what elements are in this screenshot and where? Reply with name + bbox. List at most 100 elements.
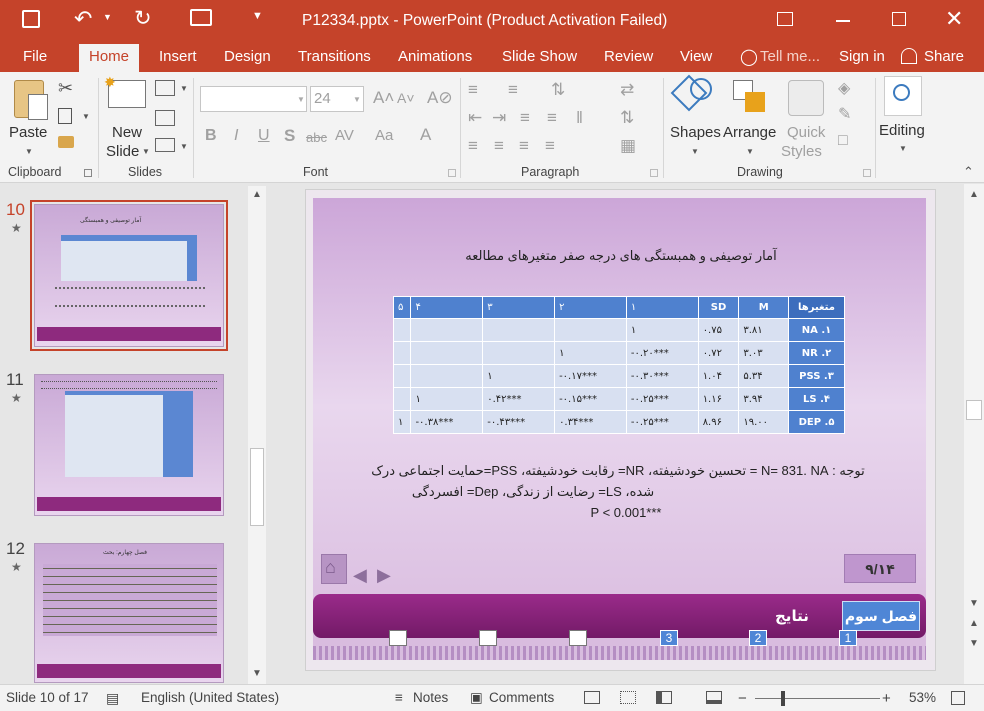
paste-dropdown-icon[interactable]: ▼ <box>25 147 33 156</box>
share-button[interactable]: Share <box>924 48 964 65</box>
clipboard-launcher-icon[interactable] <box>84 169 92 177</box>
zoom-slider-track[interactable] <box>755 698 880 699</box>
change-case-icon[interactable]: Aa <box>375 127 393 144</box>
slide-scrollbar[interactable]: ▲ ▼ ▲ ▼ <box>964 184 984 684</box>
notes-button[interactable]: Notes <box>413 690 448 705</box>
scroll-down-icon[interactable]: ▼ <box>969 598 979 609</box>
bullets-icon[interactable]: ≡ <box>468 80 478 100</box>
text-direction-icon[interactable]: ⇄ <box>620 80 634 100</box>
line-spacing-icon[interactable]: ⇅ <box>551 80 565 100</box>
bold-icon[interactable]: B <box>205 127 217 145</box>
italic-icon[interactable]: I <box>234 127 238 145</box>
sign-in-link[interactable]: Sign in <box>839 48 885 65</box>
font-color-icon[interactable]: A <box>420 125 431 145</box>
fit-to-window-icon[interactable] <box>951 691 965 705</box>
zoom-slider-thumb[interactable] <box>781 691 785 706</box>
nav-box-5[interactable] <box>479 630 497 646</box>
quick-styles-button[interactable]: Quick <box>787 123 825 142</box>
undo-dropdown-icon[interactable]: ▼ <box>103 12 112 22</box>
scroll-thumb[interactable] <box>250 448 264 526</box>
nav-box-1[interactable]: 1 <box>839 630 857 646</box>
undo-icon[interactable]: ↶ <box>74 6 92 32</box>
shadow-icon[interactable]: S <box>284 126 295 146</box>
tab-file[interactable]: File <box>23 48 47 65</box>
shapes-button[interactable]: Shapes <box>670 123 721 142</box>
tab-review[interactable]: Review <box>604 48 653 65</box>
font-name-dropdown-icon[interactable]: ▼ <box>297 95 305 104</box>
scroll-up-icon[interactable]: ▲ <box>969 189 979 200</box>
tell-me-search[interactable]: Tell me... <box>760 48 820 65</box>
new-slide-button[interactable]: New <box>112 123 142 142</box>
slide-sorter-icon[interactable] <box>620 691 636 704</box>
underline-icon[interactable]: U <box>258 127 270 145</box>
quick-styles-icon[interactable] <box>788 80 824 116</box>
layout-icon[interactable] <box>155 80 175 96</box>
tab-insert[interactable]: Insert <box>159 48 197 65</box>
redo-icon[interactable]: ↻ <box>134 6 152 31</box>
maximize-icon[interactable] <box>892 12 906 26</box>
slide-thumbnail-10[interactable]: آمار توصیفی و همبستگی <box>34 204 224 347</box>
ltr-icon[interactable]: ≡ <box>547 108 557 128</box>
grow-font-icon[interactable]: A˄ <box>373 88 394 108</box>
decrease-indent-icon[interactable]: ⇤ <box>468 108 482 128</box>
format-painter-icon[interactable] <box>58 136 74 148</box>
align-right-icon[interactable]: ≡ <box>519 136 529 156</box>
zoom-out-button[interactable]: − <box>738 690 747 707</box>
cut-icon[interactable]: ✂ <box>58 78 73 99</box>
start-from-beginning-icon[interactable] <box>190 9 212 26</box>
font-size-dropdown-icon[interactable]: ▼ <box>353 95 361 104</box>
zoom-level[interactable]: 53% <box>909 690 936 705</box>
new-slide-dropdown-icon[interactable]: ▼ <box>142 147 150 156</box>
reading-view-icon[interactable] <box>656 691 672 704</box>
home-nav-button[interactable]: ⌂ <box>321 554 347 584</box>
align-left-icon[interactable]: ≡ <box>468 136 478 156</box>
nav-box-3[interactable]: 3 <box>660 630 678 646</box>
comments-icon[interactable]: ▣ <box>470 690 483 706</box>
language-indicator[interactable]: English (United States) <box>141 690 279 705</box>
numbering-icon[interactable]: ≡ <box>508 80 518 100</box>
shape-effects-icon[interactable]: □ <box>838 132 848 150</box>
collapse-ribbon-icon[interactable]: ⌃ <box>963 164 974 180</box>
scroll-down-icon[interactable]: ▼ <box>252 668 262 679</box>
slide-thumbnail-11[interactable] <box>34 374 224 516</box>
nav-box-2[interactable]: 2 <box>749 630 767 646</box>
align-center-icon[interactable]: ≡ <box>494 136 504 156</box>
scroll-up-icon[interactable]: ▲ <box>252 189 262 200</box>
shape-outline-icon[interactable]: ✎ <box>838 104 851 124</box>
columns-icon[interactable]: ‖ <box>576 108 583 128</box>
slide-title[interactable]: آمار توصیفی و همبستگی های درجه صفر متغیر… <box>461 248 781 264</box>
previous-slide-icon[interactable]: ▲ <box>969 618 979 629</box>
tab-home[interactable]: Home <box>79 44 140 72</box>
shape-fill-icon[interactable]: ◈ <box>838 78 850 98</box>
shrink-font-icon[interactable]: A˅ <box>397 90 415 106</box>
arrange-dropdown-icon[interactable]: ▼ <box>746 147 754 156</box>
increase-indent-icon[interactable]: ⇥ <box>492 108 506 128</box>
tab-design[interactable]: Design <box>224 48 271 65</box>
clear-formatting-icon[interactable]: A⊘ <box>427 88 453 108</box>
editing-dropdown-icon[interactable]: ▼ <box>899 144 907 153</box>
justify-icon[interactable]: ≡ <box>545 136 555 156</box>
quick-styles-label-2[interactable]: Styles <box>781 142 822 161</box>
rtl-icon[interactable]: ≡ <box>520 108 530 128</box>
editing-button[interactable]: Editing <box>879 121 925 140</box>
comments-button[interactable]: Comments <box>489 690 554 705</box>
smartart-icon[interactable]: ▦ <box>620 136 636 156</box>
minimize-icon[interactable] <box>836 20 850 22</box>
save-icon[interactable] <box>22 10 40 28</box>
arrange-button[interactable]: Arrange <box>723 123 776 142</box>
copy-icon[interactable] <box>58 108 72 124</box>
font-name-input[interactable] <box>200 86 307 112</box>
thumbnail-scrollbar[interactable]: ▲ ▼ <box>248 186 266 684</box>
font-launcher-icon[interactable] <box>448 169 456 177</box>
reset-icon[interactable] <box>155 110 175 126</box>
tab-view[interactable]: View <box>680 48 712 65</box>
statistics-table[interactable]: متغیرها M SD ۱ ۲ ۳ ۴ ۵ ۱. NA ۳.۸۱ ۰.۷۵ ۱ ۲. … <box>392 296 845 434</box>
next-slide-icon[interactable]: ▼ <box>969 638 979 649</box>
slide-canvas[interactable]: آمار توصیفی و همبستگی های درجه صفر متغیر… <box>313 198 926 660</box>
align-text-icon[interactable]: ⇅ <box>620 108 634 128</box>
paragraph-launcher-icon[interactable] <box>650 169 658 177</box>
close-icon[interactable]: ✕ <box>945 6 963 32</box>
nav-box-6[interactable] <box>389 630 407 646</box>
section-icon[interactable] <box>155 138 175 152</box>
spelling-icon[interactable]: ▤ <box>106 690 119 707</box>
